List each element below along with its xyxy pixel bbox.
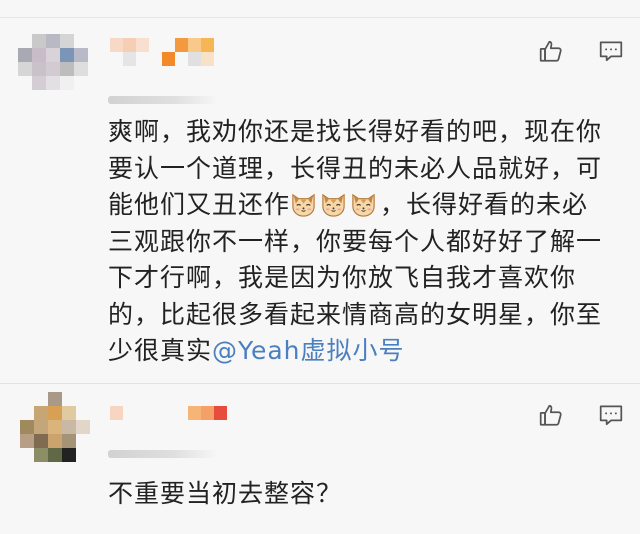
like-button[interactable] bbox=[536, 400, 566, 430]
comment-text-line: 下才行啊，我是因为你放飞自我才喜欢你 bbox=[108, 263, 577, 292]
comment-text-line: 要认一个道理，长得丑的未必人品就好，可 bbox=[108, 153, 603, 183]
timestamp-blurred bbox=[108, 96, 218, 104]
comment-text: 不重要当初去整容？ bbox=[108, 479, 343, 508]
comment-text: 爽啊，我劝你还是找长得好看的吧，现在你 要认一个道理，长得丑的未必人品就好，可 … bbox=[108, 114, 628, 370]
username[interactable] bbox=[110, 406, 240, 434]
comment-text-segment: ，长得好看的未必 bbox=[380, 190, 589, 219]
timestamp-blurred bbox=[108, 450, 218, 458]
comment-text-segment: 少很真实 bbox=[108, 336, 213, 365]
comment-text-line: 三观跟你不一样，你要每个人都好好了解一 bbox=[108, 226, 603, 256]
comment-item: 不重要当初去整容？ bbox=[0, 384, 640, 534]
avatar[interactable] bbox=[18, 34, 88, 104]
thumbs-up-icon bbox=[539, 404, 562, 426]
comment-icon bbox=[599, 41, 623, 62]
reply-button[interactable] bbox=[596, 36, 626, 66]
thumbs-up-icon bbox=[539, 40, 562, 62]
comment-icon bbox=[599, 405, 623, 426]
comment-text-line: 能他们又丑还作 ，长得好看的未必 bbox=[108, 187, 628, 224]
comment-text-segment: 能他们又丑还作 bbox=[108, 190, 291, 219]
like-button[interactable] bbox=[536, 36, 566, 66]
mention-link[interactable]: @Yeah虚拟小号 bbox=[212, 336, 405, 365]
reply-button[interactable] bbox=[596, 400, 626, 430]
cat-face-emoji bbox=[352, 193, 375, 217]
username[interactable] bbox=[110, 38, 240, 66]
avatar[interactable] bbox=[20, 392, 90, 462]
comment-text-line: 爽啊，我劝你还是找长得好看的吧，现在你 bbox=[108, 117, 603, 146]
comment-item: 爽啊，我劝你还是找长得好看的吧，现在你 要认一个道理，长得丑的未必人品就好，可 … bbox=[0, 18, 640, 383]
cat-face-emoji bbox=[292, 193, 315, 217]
cat-face-emoji bbox=[322, 193, 345, 217]
comment-text-line: 的，比起很多看起来情商高的女明星，你至 bbox=[108, 299, 603, 329]
comment-text-line: 少很真实@Yeah虚拟小号 bbox=[108, 333, 628, 370]
